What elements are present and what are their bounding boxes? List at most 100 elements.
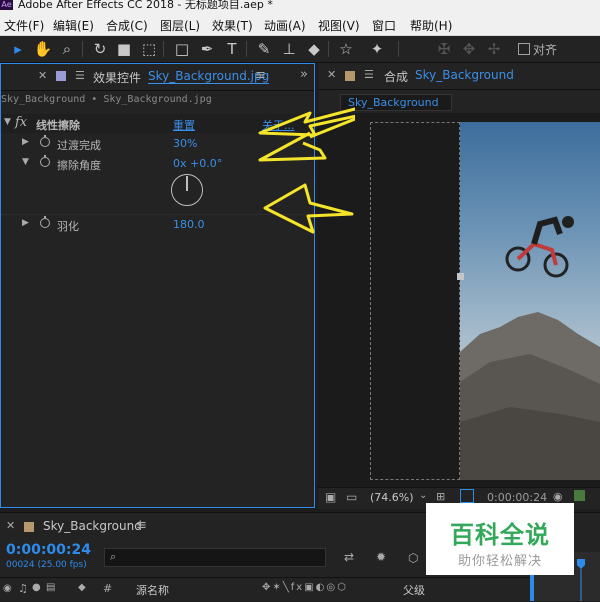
watermark-title: 百科全说 xyxy=(450,521,550,549)
audio-icon[interactable]: ♫ xyxy=(18,582,28,595)
column-parent[interactable]: 父级 xyxy=(403,582,425,598)
chevron-right-icon[interactable]: » xyxy=(300,67,308,82)
column-source-name[interactable]: 源名称 xyxy=(136,582,169,598)
lock-icon[interactable]: ☰ xyxy=(75,69,85,82)
composition-flowchart-tab[interactable]: Sky_Background xyxy=(340,94,452,111)
label-icon[interactable]: ◆ xyxy=(78,582,86,593)
menu-file[interactable]: 文件(F) xyxy=(4,17,44,34)
effect-controls-tab-row: ✕ ☰ 效果控件 Sky_Background.jpg ≡ » xyxy=(1,64,314,91)
camera-snapshot-icon[interactable]: ◉ xyxy=(553,490,563,503)
menu-effect[interactable]: 效果(T) xyxy=(212,17,253,34)
show-channel-icon[interactable] xyxy=(574,490,585,501)
rotate-tool-icon[interactable]: ↻ xyxy=(90,39,110,59)
pen-tool-icon[interactable]: ✒ xyxy=(197,39,217,59)
roto-brush-tool-icon[interactable]: ☆ xyxy=(336,39,356,59)
solo-icon[interactable]: ● xyxy=(32,582,41,593)
window-title: Adobe After Effects CC 2018 - 无标题项目.aep … xyxy=(18,0,273,11)
toolbar-divider xyxy=(246,41,247,57)
panel-menu-icon[interactable]: ≡ xyxy=(255,68,266,83)
menu-view[interactable]: 视图(V) xyxy=(318,17,360,34)
watermark-badge: 百科全说 助你轻松解决 xyxy=(426,503,574,575)
region-of-interest-icon[interactable] xyxy=(460,489,474,503)
timeline-frame-count: 00024 (25.00 fps) xyxy=(6,560,87,570)
close-icon[interactable]: ✕ xyxy=(38,69,47,82)
effect-controls-subheader: Sky_Background • Sky_Background.jpg xyxy=(1,94,212,105)
expand-triangle-icon[interactable]: ▶ xyxy=(22,137,29,147)
expand-triangle-icon[interactable]: ▶ xyxy=(22,218,29,228)
motocross-scene xyxy=(460,216,600,480)
title-bar: Ae Adobe After Effects CC 2018 - 无标题项目.a… xyxy=(0,0,600,14)
brush-tool-icon[interactable]: ✎ xyxy=(254,39,274,59)
angle-dial[interactable] xyxy=(171,174,203,206)
world-axis-icon[interactable]: ✥ xyxy=(459,39,479,59)
visibility-icon[interactable]: ◉ xyxy=(3,583,12,594)
reset-link[interactable]: 重置 xyxy=(173,117,195,133)
layer-transform-handle[interactable] xyxy=(457,273,464,280)
zoom-tool-icon[interactable]: ⌕ xyxy=(57,39,77,59)
collapse-triangle-icon[interactable]: ▼ xyxy=(22,157,29,167)
toolbar-divider xyxy=(328,41,329,57)
composition-flowchart-icon[interactable]: ⇄ xyxy=(344,550,354,564)
annotation-arrows xyxy=(258,107,355,234)
grid-icon[interactable]: ⊞ xyxy=(436,490,445,503)
fx-icon[interactable]: fx xyxy=(15,115,27,130)
lock-icon[interactable]: ☰ xyxy=(364,68,374,81)
composition-label[interactable]: 合成 xyxy=(384,68,408,85)
monitor-icon[interactable]: ▭ xyxy=(346,490,357,504)
effect-controls-tab-name[interactable]: Sky_Background.jpg xyxy=(148,69,270,84)
stopwatch-icon[interactable] xyxy=(40,155,50,167)
tools-toolbar: ▸ ✋ ⌕ ↻ ■ ⬚ □ ✒ T ✎ ⊥ ◆ ☆ ✦ ✠ ✥ ✢ 对齐 xyxy=(0,36,600,63)
chevron-down-icon[interactable]: ⌄ xyxy=(419,490,427,501)
footage-preview-image xyxy=(460,122,600,480)
close-icon[interactable]: ✕ xyxy=(6,519,15,532)
timeline-timecode[interactable]: 0:00:00:24 xyxy=(6,542,91,558)
align-checkbox[interactable] xyxy=(518,43,530,55)
stopwatch-icon[interactable] xyxy=(40,135,50,147)
zoom-level[interactable]: (74.6%) xyxy=(370,491,414,504)
property-value[interactable]: 180.0 xyxy=(173,218,205,231)
align-label: 对齐 xyxy=(533,43,558,57)
align-toggle[interactable]: 对齐 xyxy=(518,41,557,58)
property-value[interactable]: 30% xyxy=(173,137,197,150)
timeline-comp-name[interactable]: Sky_Background xyxy=(43,519,142,533)
camera-tool-icon[interactable]: ■ xyxy=(114,39,134,59)
angle-dial-needle xyxy=(186,176,188,191)
clone-stamp-tool-icon[interactable]: ⊥ xyxy=(279,39,299,59)
search-icon: ⌕ xyxy=(110,550,117,563)
after-effects-logo: Ae xyxy=(0,0,13,10)
close-icon[interactable]: ✕ xyxy=(327,68,336,81)
hand-tool-icon[interactable]: ✋ xyxy=(33,39,53,59)
comp-swatch xyxy=(24,522,34,532)
lock-icon[interactable]: ▤ xyxy=(46,582,55,593)
draft-3d-icon[interactable]: ✹ xyxy=(376,550,386,564)
selection-tool-icon[interactable]: ▸ xyxy=(8,39,28,59)
menu-layer[interactable]: 图层(L) xyxy=(160,17,200,34)
type-tool-icon[interactable]: T xyxy=(222,39,242,59)
view-axis-icon[interactable]: ✢ xyxy=(484,39,504,59)
layer-switches-icon[interactable]: ✥✶╲fx▣◐◎⬡ xyxy=(262,582,348,593)
menu-composition[interactable]: 合成(C) xyxy=(106,17,148,34)
stopwatch-icon[interactable] xyxy=(40,216,50,228)
property-value[interactable]: 0x +0.0° xyxy=(173,157,222,170)
comp-swatch xyxy=(345,71,355,81)
composition-name[interactable]: Sky_Background xyxy=(415,68,514,82)
panel-swatch xyxy=(56,71,66,81)
puppet-pin-tool-icon[interactable]: ✦ xyxy=(367,39,387,59)
menu-help[interactable]: 帮助(H) xyxy=(410,17,452,34)
playhead-marker[interactable] xyxy=(577,559,585,601)
effect-controls-label[interactable]: 效果控件 xyxy=(93,69,141,86)
local-axis-icon[interactable]: ✠ xyxy=(434,39,454,59)
collapse-triangle-icon[interactable]: ▼ xyxy=(4,117,11,127)
layer-search-input[interactable]: ⌕ xyxy=(104,548,326,567)
panel-menu-icon[interactable]: ≡ xyxy=(136,518,147,533)
snapshot-icon[interactable]: ▣ xyxy=(325,490,336,504)
menu-window[interactable]: 窗口 xyxy=(372,17,396,34)
shy-layers-icon[interactable]: ⬡ xyxy=(408,551,418,565)
property-name: 过渡完成 xyxy=(57,139,101,152)
rectangle-tool-icon[interactable]: □ xyxy=(172,39,192,59)
menu-edit[interactable]: 编辑(E) xyxy=(53,17,94,34)
eraser-tool-icon[interactable]: ◆ xyxy=(304,39,324,59)
property-name: 羽化 xyxy=(57,220,79,233)
menu-animation[interactable]: 动画(A) xyxy=(264,17,306,34)
pan-behind-tool-icon[interactable]: ⬚ xyxy=(139,39,159,59)
